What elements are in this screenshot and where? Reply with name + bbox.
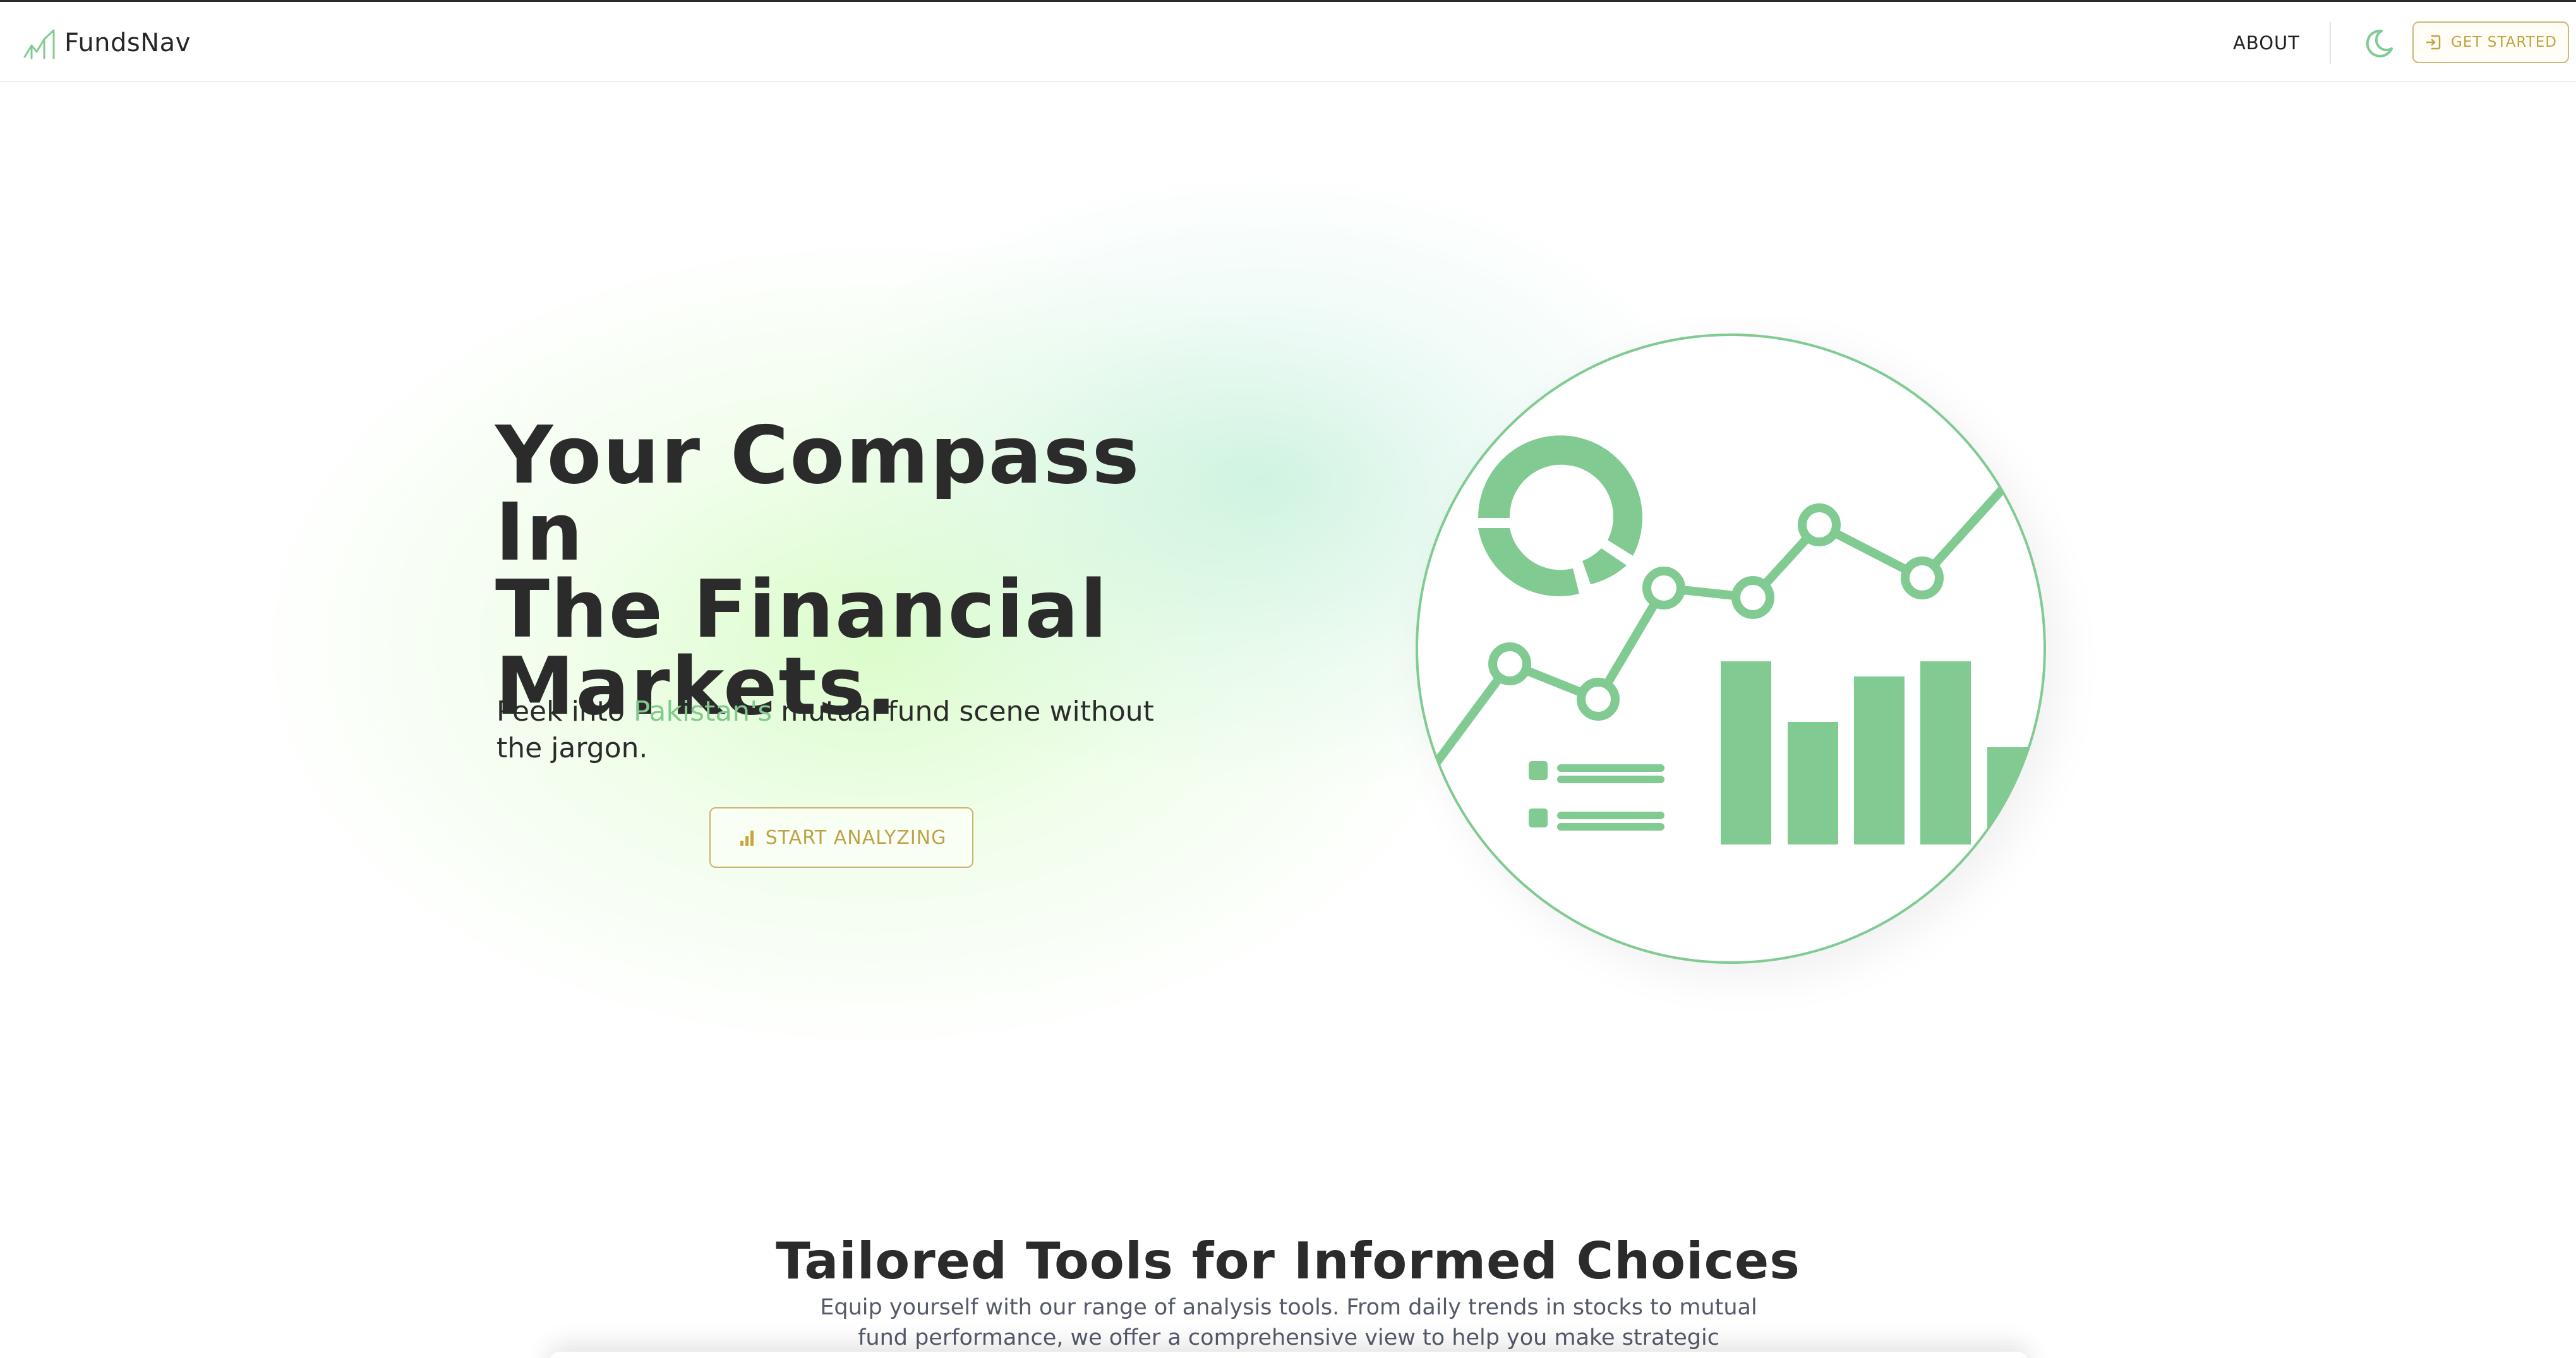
nav-about-link[interactable]: ABOUT — [2233, 30, 2300, 56]
moon-icon[interactable] — [2362, 27, 2395, 60]
navbar: FundsNav ABOUT GET STARTED — [0, 2, 2576, 82]
start-analyzing-label: START ANALYZING — [765, 826, 947, 849]
hero-title-line: Your Compass In — [495, 409, 1141, 579]
brand-logo[interactable]: FundsNav — [23, 25, 191, 61]
bar — [1721, 661, 1771, 844]
nav-divider — [2330, 22, 2331, 64]
hero-subtitle-highlight: Pakistan's — [633, 695, 773, 728]
get-started-button[interactable]: GET STARTED — [2412, 21, 2569, 63]
hero-subtitle: Peek into Pakistan's mutual fund scene w… — [497, 694, 1191, 767]
hero-title: Your Compass In The Financial Markets. — [495, 416, 1241, 726]
brand-name: FundsNav — [64, 28, 191, 57]
tools-card — [550, 1352, 2028, 1358]
analytics-illustration — [1416, 333, 2062, 980]
section-title: Tailored Tools for Informed Choices — [776, 1232, 1800, 1290]
section-description: Equip yourself with our range of analysi… — [820, 1295, 1757, 1358]
get-started-label: GET STARTED — [2451, 34, 2557, 51]
login-icon — [2426, 35, 2441, 50]
line-chart-icon — [23, 29, 55, 59]
bar-chart-icon — [740, 831, 754, 846]
start-analyzing-button[interactable]: START ANALYZING — [709, 807, 973, 868]
page: FundsNav ABOUT GET STARTED Your Compass … — [0, 0, 2576, 1358]
hero-subtitle-text: Peek into — [497, 695, 634, 728]
